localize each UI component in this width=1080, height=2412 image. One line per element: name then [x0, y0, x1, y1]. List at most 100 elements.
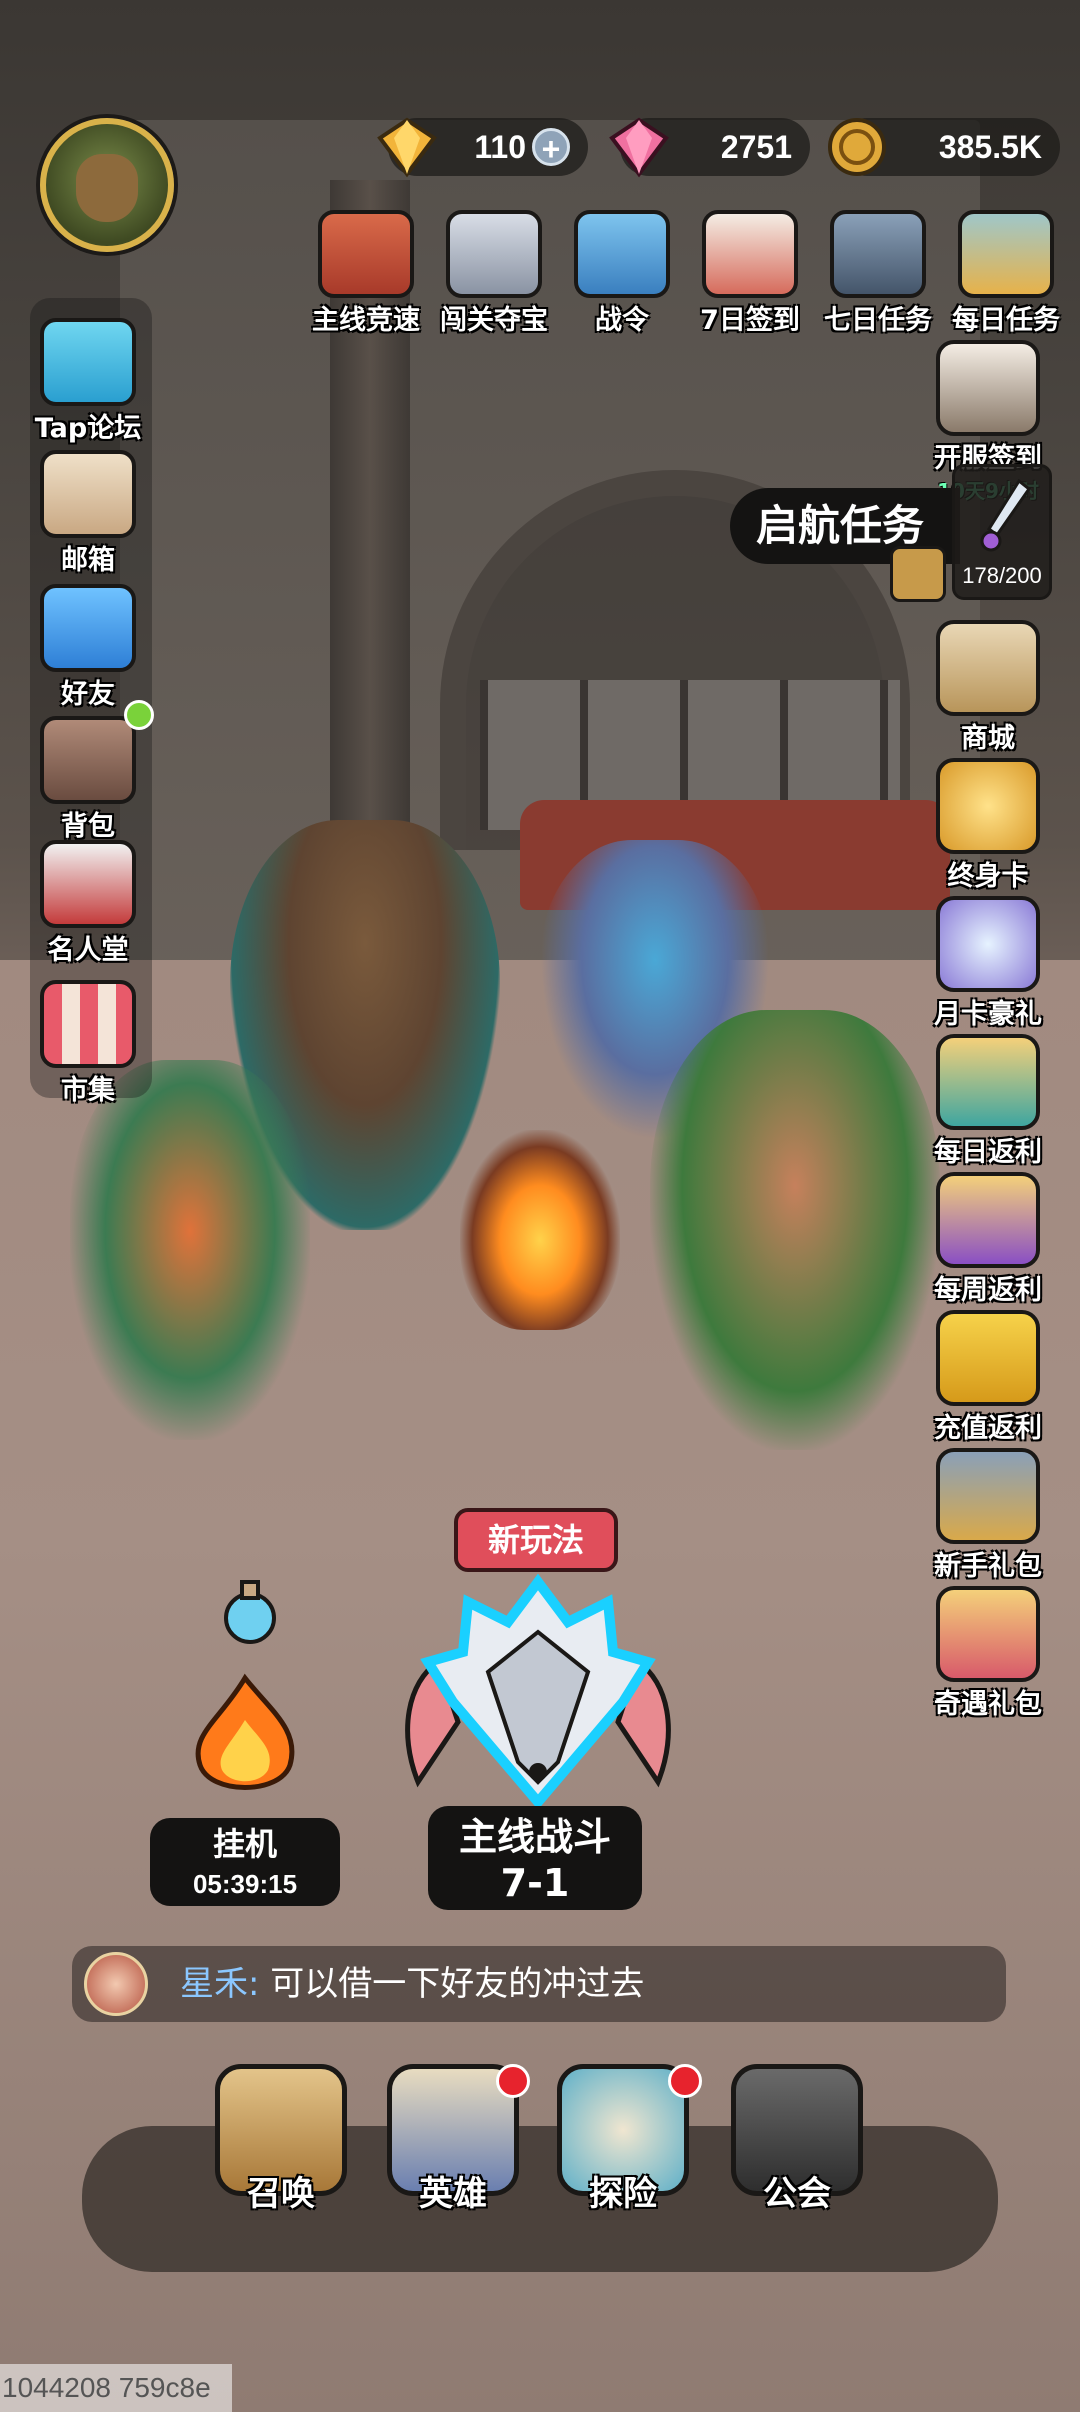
right-icon-label: 新手礼包 [934, 1551, 1042, 1582]
right-icon-encounter-pack[interactable]: 奇遇礼包 [918, 1586, 1058, 1721]
chat-avatar [84, 1952, 148, 2016]
helmet-icon [830, 210, 926, 298]
top-icon-main-race[interactable]: 主线竞速 [306, 210, 426, 337]
backpack-notification-dot [124, 700, 154, 730]
idle-timer: 05:39:15 [192, 1869, 298, 1899]
chat-message: 可以借一下好友的冲过去 [270, 1964, 645, 2004]
watermark-id: 1044208 759c8e [0, 2364, 232, 2412]
gems-blue-value: 110 [474, 128, 526, 165]
explore-notification-dot [668, 2064, 702, 2098]
ssr-cloud-icon [936, 896, 1040, 992]
top-icon-daily-tasks[interactable]: 每日任务 [946, 210, 1066, 337]
left-icon-friends[interactable]: 好友 [28, 584, 148, 711]
sword-icon [980, 479, 1031, 552]
top-icon-label: 七日任务 [824, 305, 932, 336]
top-icon-battle-pass[interactable]: 战令 [562, 210, 682, 337]
nav-summon[interactable]: 召唤 [206, 2064, 356, 2215]
campfire [460, 1130, 620, 1330]
wolf-crest-battle-icon[interactable] [398, 1572, 678, 1842]
player-avatar[interactable] [40, 118, 174, 252]
top-icon-7day-signin[interactable]: 7日签到 [690, 210, 810, 337]
trophy-icon [318, 210, 414, 298]
wolf-crest-icon [446, 210, 542, 298]
chat-sender: 星禾: [180, 1964, 260, 2004]
heroes-notification-dot [496, 2064, 530, 2098]
nav-label: 召唤 [247, 2174, 315, 2214]
nav-guild[interactable]: 公会 [722, 2064, 872, 2215]
top-icon-label: 7日签到 [700, 305, 800, 336]
left-icon-label: 邮箱 [61, 545, 115, 576]
left-icon-label: 市集 [61, 1075, 115, 1106]
quest-progress-value: 178/200 [962, 563, 1042, 588]
right-icon-weekly-rebate[interactable]: 每周返利 [918, 1172, 1058, 1307]
idle-flame-icon[interactable] [180, 1670, 310, 1800]
shield-icon [40, 840, 136, 928]
currency-coins[interactable]: 385.5K [828, 118, 1060, 176]
quest-reward-icon [890, 546, 946, 602]
gems-pink-value: 2751 [720, 128, 792, 165]
right-icon-label: 奇遇礼包 [934, 1689, 1042, 1720]
main-battle-label: 主线战斗 [458, 1815, 611, 1859]
helmet-chest-icon [936, 1448, 1040, 1544]
scroll-icon [958, 210, 1054, 298]
add-currency-button[interactable]: + [532, 128, 570, 167]
chat-bar[interactable]: 星禾: 可以借一下好友的冲过去 [72, 1946, 1006, 2022]
idle-label: 挂机 [212, 1825, 277, 1863]
right-icon-label: 充值返利 [934, 1413, 1042, 1444]
right-icon-label: 月卡豪礼 [934, 999, 1042, 1030]
friends-icon [40, 584, 136, 672]
nav-label: 英雄 [419, 2174, 487, 2214]
left-icon-label: 名人堂 [47, 935, 129, 966]
idle-button[interactable]: 挂机 05:39:15 [150, 1818, 340, 1906]
coin-icon [828, 118, 886, 176]
left-icon-label: 背包 [61, 811, 115, 842]
top-icon-label: 闯关夺宝 [440, 305, 548, 336]
gold-gem-icon [377, 117, 437, 178]
left-icon-tap-forum[interactable]: Tap论坛 [28, 318, 148, 445]
right-icon-label: 终身卡 [947, 861, 1029, 892]
right-icon-monthly-card[interactable]: 月卡豪礼 [918, 896, 1058, 1031]
right-icon-label: 每日返利 [934, 1137, 1042, 1168]
potion-icon[interactable] [210, 1570, 290, 1650]
avatar-mask-icon [76, 154, 138, 222]
hero-orange-dancer[interactable] [70, 1060, 310, 1440]
left-icon-label: Tap论坛 [34, 413, 142, 444]
currency-gems-blue[interactable]: 110 + [377, 117, 588, 178]
gift-box-icon [936, 1172, 1040, 1268]
pink-gem-icon [609, 117, 669, 178]
nav-label: 公会 [763, 2174, 831, 2214]
flag-icon [574, 210, 670, 298]
main-battle-button[interactable]: 主线战斗 7-1 [428, 1806, 642, 1910]
right-icon-shop[interactable]: 商城 [918, 620, 1058, 755]
gift-box-icon [936, 1586, 1040, 1682]
calendar-icon [702, 210, 798, 298]
nav-label: 探险 [589, 2174, 657, 2214]
coins-value: 385.5K [938, 128, 1042, 165]
left-icon-backpack[interactable]: 背包 [28, 716, 148, 843]
right-icon-label: 商城 [961, 723, 1015, 754]
new-gameplay-label: 新玩法 [487, 1521, 584, 1559]
top-icon-7day-tasks[interactable]: 七日任务 [818, 210, 938, 337]
right-icon-daily-rebate[interactable]: 每日返利 [918, 1034, 1058, 1169]
right-icon-lifetime-card[interactable]: 终身卡 [918, 758, 1058, 893]
left-icon-market[interactable]: 市集 [28, 980, 148, 1107]
left-icon-hall-of-fame[interactable]: 名人堂 [28, 840, 148, 967]
right-icon-recharge-rebate[interactable]: 充值返利 [918, 1310, 1058, 1445]
calendar-icon [936, 340, 1040, 436]
market-stall-icon [40, 980, 136, 1068]
gift-box-icon [936, 1034, 1040, 1130]
backpack-icon [40, 716, 136, 804]
right-icon-newbie-pack[interactable]: 新手礼包 [918, 1448, 1058, 1583]
chat-bubble-icon [40, 318, 136, 406]
ticket-icon [936, 1310, 1040, 1406]
quest-progress-box[interactable]: 178/200 [952, 464, 1052, 600]
currency-gems-pink[interactable]: 2751 [609, 117, 810, 178]
right-icon-label: 每周返利 [934, 1275, 1042, 1306]
top-icon-label: 主线竞速 [312, 305, 420, 336]
crown-icon [936, 758, 1040, 854]
quest-title: 启航任务 [756, 501, 925, 550]
hero-green-hair-warrior[interactable] [650, 1010, 940, 1450]
top-icon-treasure[interactable]: 闯关夺宝 [434, 210, 554, 337]
top-icon-label: 每日任务 [952, 305, 1060, 336]
left-icon-mailbox[interactable]: 邮箱 [28, 450, 148, 577]
